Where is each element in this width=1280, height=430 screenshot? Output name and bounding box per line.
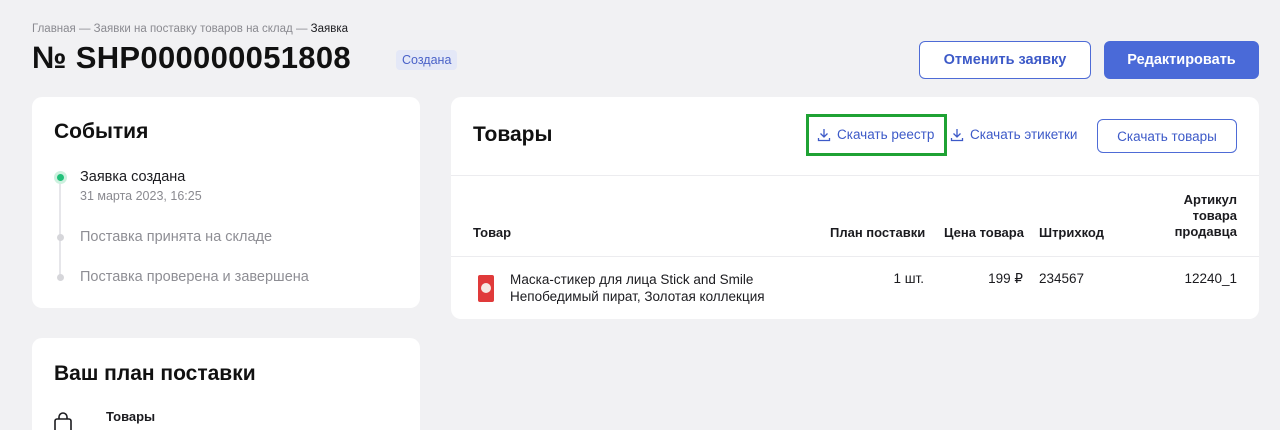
- product-barcode: 234567: [1039, 271, 1085, 286]
- event-label: Заявка создана: [80, 169, 186, 185]
- product-name-line: Непобедимый пират, Золотая коллекция: [510, 289, 765, 304]
- timeline-dot: [57, 234, 64, 241]
- product-name[interactable]: Маска-стикер для лица Stick and Smile Не…: [510, 271, 765, 305]
- breadcrumb: Главная — Заявки на поставку товаров на …: [32, 23, 348, 35]
- breadcrumb-section-link[interactable]: Заявки на поставку товаров на склад: [94, 23, 293, 35]
- goods-title: Товары: [473, 123, 553, 146]
- seller-article: 12240_1: [1184, 271, 1237, 286]
- download-registry-label: Скачать реестр: [837, 127, 935, 142]
- column-header-article-line: продавца: [1174, 224, 1237, 239]
- events-title: События: [54, 120, 149, 143]
- divider: [451, 175, 1259, 176]
- cancel-request-button[interactable]: Отменить заявку: [919, 41, 1091, 79]
- column-header-product: Товар: [473, 225, 512, 240]
- column-header-article-line: товара: [1192, 208, 1237, 223]
- divider: [451, 256, 1259, 257]
- download-labels-link[interactable]: Скачать этикетки: [950, 127, 1077, 142]
- event-label: Поставка принята на складе: [80, 229, 273, 245]
- breadcrumb-separator: —: [292, 23, 311, 35]
- column-header-plan: План поставки: [830, 225, 926, 240]
- product-price: 199 ₽: [988, 271, 1023, 286]
- edit-button[interactable]: Редактировать: [1104, 41, 1259, 79]
- column-header-barcode: Штрихкод: [1039, 225, 1104, 240]
- status-badge: Создана: [396, 50, 458, 70]
- timeline-dot: [57, 274, 64, 281]
- plan-goods-label: Товары: [106, 409, 156, 424]
- breadcrumb-separator: —: [75, 23, 94, 35]
- page-title: № SHP000000051808: [32, 40, 351, 75]
- timeline-dot-active: [57, 174, 64, 181]
- download-icon: [817, 128, 831, 141]
- column-header-price: Цена товара: [944, 225, 1024, 240]
- download-registry-link[interactable]: Скачать реестр: [817, 127, 934, 142]
- breadcrumb-current: Заявка: [310, 23, 348, 35]
- timeline-line: [59, 179, 61, 279]
- column-header-article: Артикул товара продавца: [1175, 192, 1237, 240]
- breadcrumb-home-link[interactable]: Главная: [32, 23, 76, 35]
- plan-card: Ваш план поставки Товары: [32, 338, 420, 430]
- plan-title: Ваш план поставки: [54, 362, 256, 385]
- shopping-bag-icon: [54, 412, 72, 430]
- column-header-article-line: Артикул: [1183, 192, 1237, 207]
- download-goods-button[interactable]: Скачать товары: [1097, 119, 1237, 153]
- plan-quantity: 1 шт.: [893, 271, 924, 286]
- product-name-line: Маска-стикер для лица Stick and Smile: [510, 272, 754, 287]
- download-icon: [950, 128, 964, 141]
- event-date: 31 марта 2023, 16:25: [80, 189, 202, 203]
- event-label: Поставка проверена и завершена: [80, 269, 309, 285]
- goods-card: Товары Скачать реестр Скачать этикетки С…: [451, 97, 1259, 319]
- events-card: События Заявка создана 31 марта 2023, 16…: [32, 97, 420, 308]
- download-labels-label: Скачать этикетки: [970, 127, 1078, 142]
- product-thumbnail: [478, 275, 494, 302]
